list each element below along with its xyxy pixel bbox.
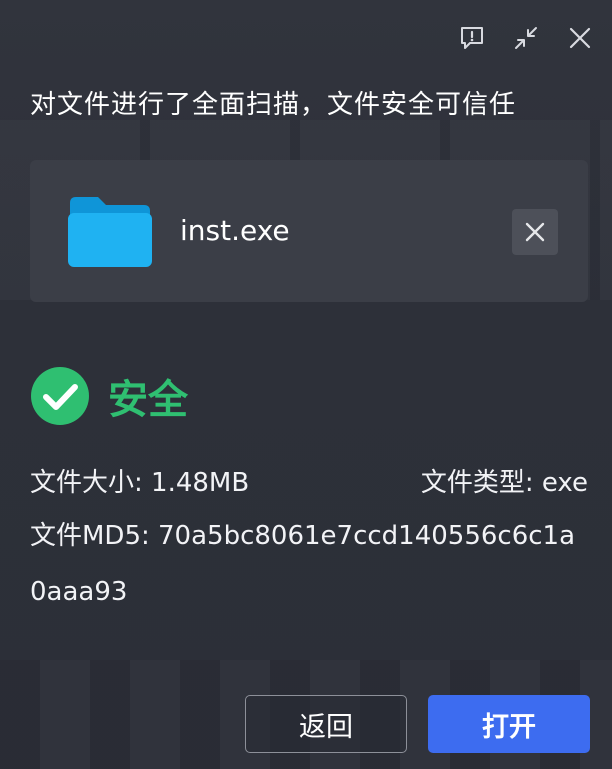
feedback-button[interactable] — [456, 22, 488, 54]
title-bar-actions — [456, 22, 596, 54]
collapse-button[interactable] — [510, 22, 542, 54]
file-card: inst.exe — [30, 160, 588, 302]
file-name: inst.exe — [180, 214, 290, 247]
scan-summary-title: 对文件进行了全面扫描，文件安全可信任 — [30, 90, 517, 120]
back-button[interactable]: 返回 — [245, 695, 407, 753]
close-icon — [525, 222, 545, 242]
check-circle-icon — [31, 367, 89, 425]
scan-status: 安全 — [30, 366, 188, 426]
file-size: 文件大小: 1.48MB — [30, 468, 250, 498]
file-type: 文件类型: exe — [420, 468, 588, 498]
close-button[interactable] — [564, 22, 596, 54]
scan-result-dialog: 对文件进行了全面扫描，文件安全可信任 inst.exe 安全 文件大小: 1.4… — [0, 0, 612, 769]
folder-icon — [68, 197, 152, 267]
status-label: 安全 — [108, 377, 188, 423]
file-md5: 文件MD5: 70a5bc8061e7ccd140556c6c1a0aaa93 — [30, 521, 576, 607]
open-button[interactable]: 打开 — [428, 695, 590, 753]
close-icon — [569, 27, 591, 49]
feedback-icon — [461, 27, 483, 49]
collapse-icon — [515, 27, 537, 49]
remove-file-button[interactable] — [512, 209, 558, 255]
